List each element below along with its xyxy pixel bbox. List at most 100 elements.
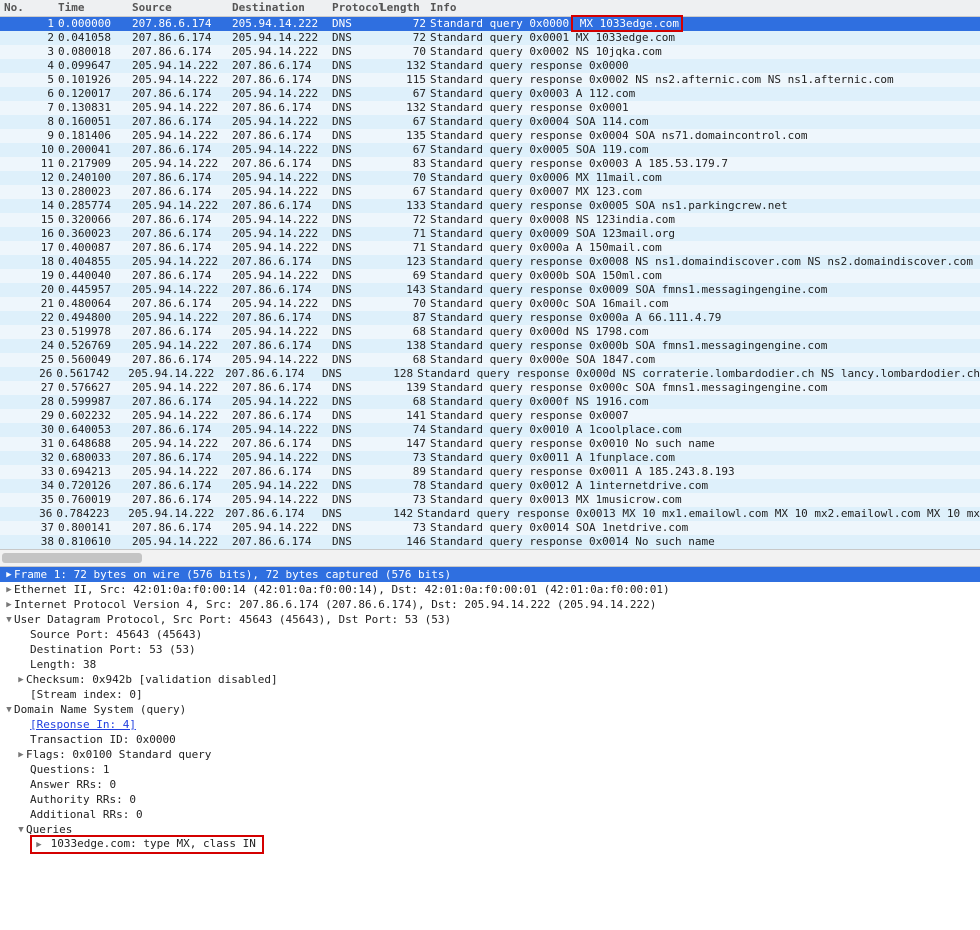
col-header-length[interactable]: Length xyxy=(380,1,430,15)
dns-flags[interactable]: ▶ Flags: 0x0100 Standard query xyxy=(0,747,980,762)
packet-row[interactable]: 320.680033207.86.6.174205.94.14.222DNS73… xyxy=(0,451,980,465)
detail-ethernet[interactable]: ▶ Ethernet II, Src: 42:01:0a:f0:00:14 (4… xyxy=(0,582,980,597)
dns-answers[interactable]: Answer RRs: 0 xyxy=(0,777,980,792)
col-header-time[interactable]: Time xyxy=(58,1,132,15)
dns-response-in-link[interactable]: [Response In: 4] xyxy=(30,718,136,732)
packet-row[interactable]: 300.640053207.86.6.174205.94.14.222DNS74… xyxy=(0,423,980,437)
packet-row[interactable]: 110.217909205.94.14.222207.86.6.174DNS83… xyxy=(0,157,980,171)
cell-no: 38 xyxy=(4,535,58,549)
packet-row[interactable]: 40.099647205.94.14.222207.86.6.174DNS132… xyxy=(0,59,980,73)
col-header-source[interactable]: Source xyxy=(132,1,232,15)
udp-dst-port[interactable]: Destination Port: 53 (53) xyxy=(0,642,980,657)
packet-row[interactable]: 240.526769205.94.14.222207.86.6.174DNS13… xyxy=(0,339,980,353)
expand-icon[interactable]: ▶ xyxy=(4,583,14,597)
expand-icon[interactable]: ▶ xyxy=(16,748,26,762)
cell-source: 207.86.6.174 xyxy=(132,479,232,493)
col-header-dest[interactable]: Destination xyxy=(232,1,332,15)
cell-time: 0.760019 xyxy=(58,493,132,507)
packet-row[interactable]: 290.602232205.94.14.222207.86.6.174DNS14… xyxy=(0,409,980,423)
packet-row[interactable]: 250.560049207.86.6.174205.94.14.222DNS68… xyxy=(0,353,980,367)
collapse-icon[interactable]: ▼ xyxy=(4,703,14,717)
udp-length[interactable]: Length: 38 xyxy=(0,657,980,672)
udp-src-port[interactable]: Source Port: 45643 (45643) xyxy=(0,627,980,642)
dns-query-line[interactable]: ▶ 1033edge.com: type MX, class IN xyxy=(0,837,980,852)
cell-protocol: DNS xyxy=(332,437,380,451)
packet-row[interactable]: 360.784223205.94.14.222207.86.6.174DNS14… xyxy=(0,507,980,521)
packet-list-header[interactable]: No. Time Source Destination Protocol Len… xyxy=(0,0,980,17)
col-header-protocol[interactable]: Protocol xyxy=(332,1,380,15)
packet-row[interactable]: 330.694213205.94.14.222207.86.6.174DNS89… xyxy=(0,465,980,479)
packet-row[interactable]: 260.561742205.94.14.222207.86.6.174DNS12… xyxy=(0,367,980,381)
cell-destination: 207.86.6.174 xyxy=(232,199,332,213)
col-header-no[interactable]: No. xyxy=(4,1,58,15)
packet-row[interactable]: 220.494800205.94.14.222207.86.6.174DNS87… xyxy=(0,311,980,325)
dns-additional[interactable]: Additional RRs: 0 xyxy=(0,807,980,822)
cell-time: 0.784223 xyxy=(56,507,128,521)
cell-source: 207.86.6.174 xyxy=(132,269,232,283)
expand-icon[interactable]: ▶ xyxy=(34,838,44,852)
cell-info: Standard query 0x0010 A 1coolplace.com xyxy=(430,423,980,437)
cell-destination: 205.94.14.222 xyxy=(232,297,332,311)
udp-checksum[interactable]: ▶ Checksum: 0x942b [validation disabled] xyxy=(0,672,980,687)
packet-row[interactable]: 340.720126207.86.6.174205.94.14.222DNS78… xyxy=(0,479,980,493)
packet-row[interactable]: 60.120017207.86.6.174205.94.14.222DNS67S… xyxy=(0,87,980,101)
detail-dns[interactable]: ▼ Domain Name System (query) xyxy=(0,702,980,717)
packet-row[interactable]: 100.200041207.86.6.174205.94.14.222DNS67… xyxy=(0,143,980,157)
cell-time: 0.280023 xyxy=(58,185,132,199)
packet-row[interactable]: 70.130831205.94.14.222207.86.6.174DNS132… xyxy=(0,101,980,115)
cell-destination: 205.94.14.222 xyxy=(232,521,332,535)
cell-info: Standard query 0x0012 A 1internetdrive.c… xyxy=(430,479,980,493)
packet-row[interactable]: 150.320066207.86.6.174205.94.14.222DNS72… xyxy=(0,213,980,227)
cell-destination: 207.86.6.174 xyxy=(232,409,332,423)
cell-destination: 207.86.6.174 xyxy=(232,73,332,87)
packet-row[interactable]: 120.240100207.86.6.174205.94.14.222DNS70… xyxy=(0,171,980,185)
packet-row[interactable]: 370.800141207.86.6.174205.94.14.222DNS73… xyxy=(0,521,980,535)
packet-row[interactable]: 140.285774205.94.14.222207.86.6.174DNS13… xyxy=(0,199,980,213)
packet-row[interactable]: 310.648688205.94.14.222207.86.6.174DNS14… xyxy=(0,437,980,451)
detail-ip[interactable]: ▶ Internet Protocol Version 4, Src: 207.… xyxy=(0,597,980,612)
dns-response-in[interactable]: [Response In: 4] xyxy=(0,717,980,732)
packet-row[interactable]: 210.480064207.86.6.174205.94.14.222DNS70… xyxy=(0,297,980,311)
packet-row[interactable]: 350.760019207.86.6.174205.94.14.222DNS73… xyxy=(0,493,980,507)
cell-source: 205.94.14.222 xyxy=(132,283,232,297)
packet-row[interactable]: 230.519978207.86.6.174205.94.14.222DNS68… xyxy=(0,325,980,339)
cell-info: Standard query 0x0003 A 112.com xyxy=(430,87,980,101)
packet-row[interactable]: 10.000000207.86.6.174205.94.14.222DNS72S… xyxy=(0,17,980,31)
packet-row[interactable]: 200.445957205.94.14.222207.86.6.174DNS14… xyxy=(0,283,980,297)
udp-stream[interactable]: [Stream index: 0] xyxy=(0,687,980,702)
dns-txid[interactable]: Transaction ID: 0x0000 xyxy=(0,732,980,747)
cell-info: Standard query response 0x0009 SOA fmns1… xyxy=(430,283,980,297)
cell-protocol: DNS xyxy=(332,409,380,423)
dns-questions[interactable]: Questions: 1 xyxy=(0,762,980,777)
detail-frame[interactable]: ▶ Frame 1: 72 bytes on wire (576 bits), … xyxy=(0,567,980,582)
expand-icon[interactable]: ▶ xyxy=(4,568,14,582)
packet-row[interactable]: 280.599987207.86.6.174205.94.14.222DNS68… xyxy=(0,395,980,409)
cell-protocol: DNS xyxy=(332,17,380,31)
packet-row[interactable]: 180.404855205.94.14.222207.86.6.174DNS12… xyxy=(0,255,980,269)
packet-row[interactable]: 80.160051207.86.6.174205.94.14.222DNS67S… xyxy=(0,115,980,129)
cell-no: 10 xyxy=(4,143,58,157)
cell-destination: 205.94.14.222 xyxy=(232,423,332,437)
cell-no: 27 xyxy=(4,381,58,395)
col-header-info[interactable]: Info xyxy=(430,1,980,15)
expand-icon[interactable]: ▶ xyxy=(16,673,26,687)
dns-authority[interactable]: Authority RRs: 0 xyxy=(0,792,980,807)
packet-detail-pane[interactable]: ▶ Frame 1: 72 bytes on wire (576 bits), … xyxy=(0,567,980,882)
packet-row[interactable]: 190.440040207.86.6.174205.94.14.222DNS69… xyxy=(0,269,980,283)
collapse-icon[interactable]: ▼ xyxy=(16,823,26,837)
collapse-icon[interactable]: ▼ xyxy=(4,613,14,627)
detail-udp[interactable]: ▼ User Datagram Protocol, Src Port: 4564… xyxy=(0,612,980,627)
packet-row[interactable]: 270.576627205.94.14.222207.86.6.174DNS13… xyxy=(0,381,980,395)
packet-row[interactable]: 20.041058207.86.6.174205.94.14.222DNS72S… xyxy=(0,31,980,45)
packet-row[interactable]: 50.101926205.94.14.222207.86.6.174DNS115… xyxy=(0,73,980,87)
packet-row[interactable]: 90.181406205.94.14.222207.86.6.174DNS135… xyxy=(0,129,980,143)
packet-row[interactable]: 30.080018207.86.6.174205.94.14.222DNS70S… xyxy=(0,45,980,59)
packet-list-body[interactable]: 10.000000207.86.6.174205.94.14.222DNS72S… xyxy=(0,17,980,549)
cell-time: 0.599987 xyxy=(58,395,132,409)
packet-row[interactable]: 170.400087207.86.6.174205.94.14.222DNS71… xyxy=(0,241,980,255)
packet-row[interactable]: 160.360023207.86.6.174205.94.14.222DNS71… xyxy=(0,227,980,241)
packet-row[interactable]: 380.810610205.94.14.222207.86.6.174DNS14… xyxy=(0,535,980,549)
expand-icon[interactable]: ▶ xyxy=(4,598,14,612)
packet-row[interactable]: 130.280023207.86.6.174205.94.14.222DNS67… xyxy=(0,185,980,199)
horizontal-scrollbar[interactable] xyxy=(0,549,980,567)
